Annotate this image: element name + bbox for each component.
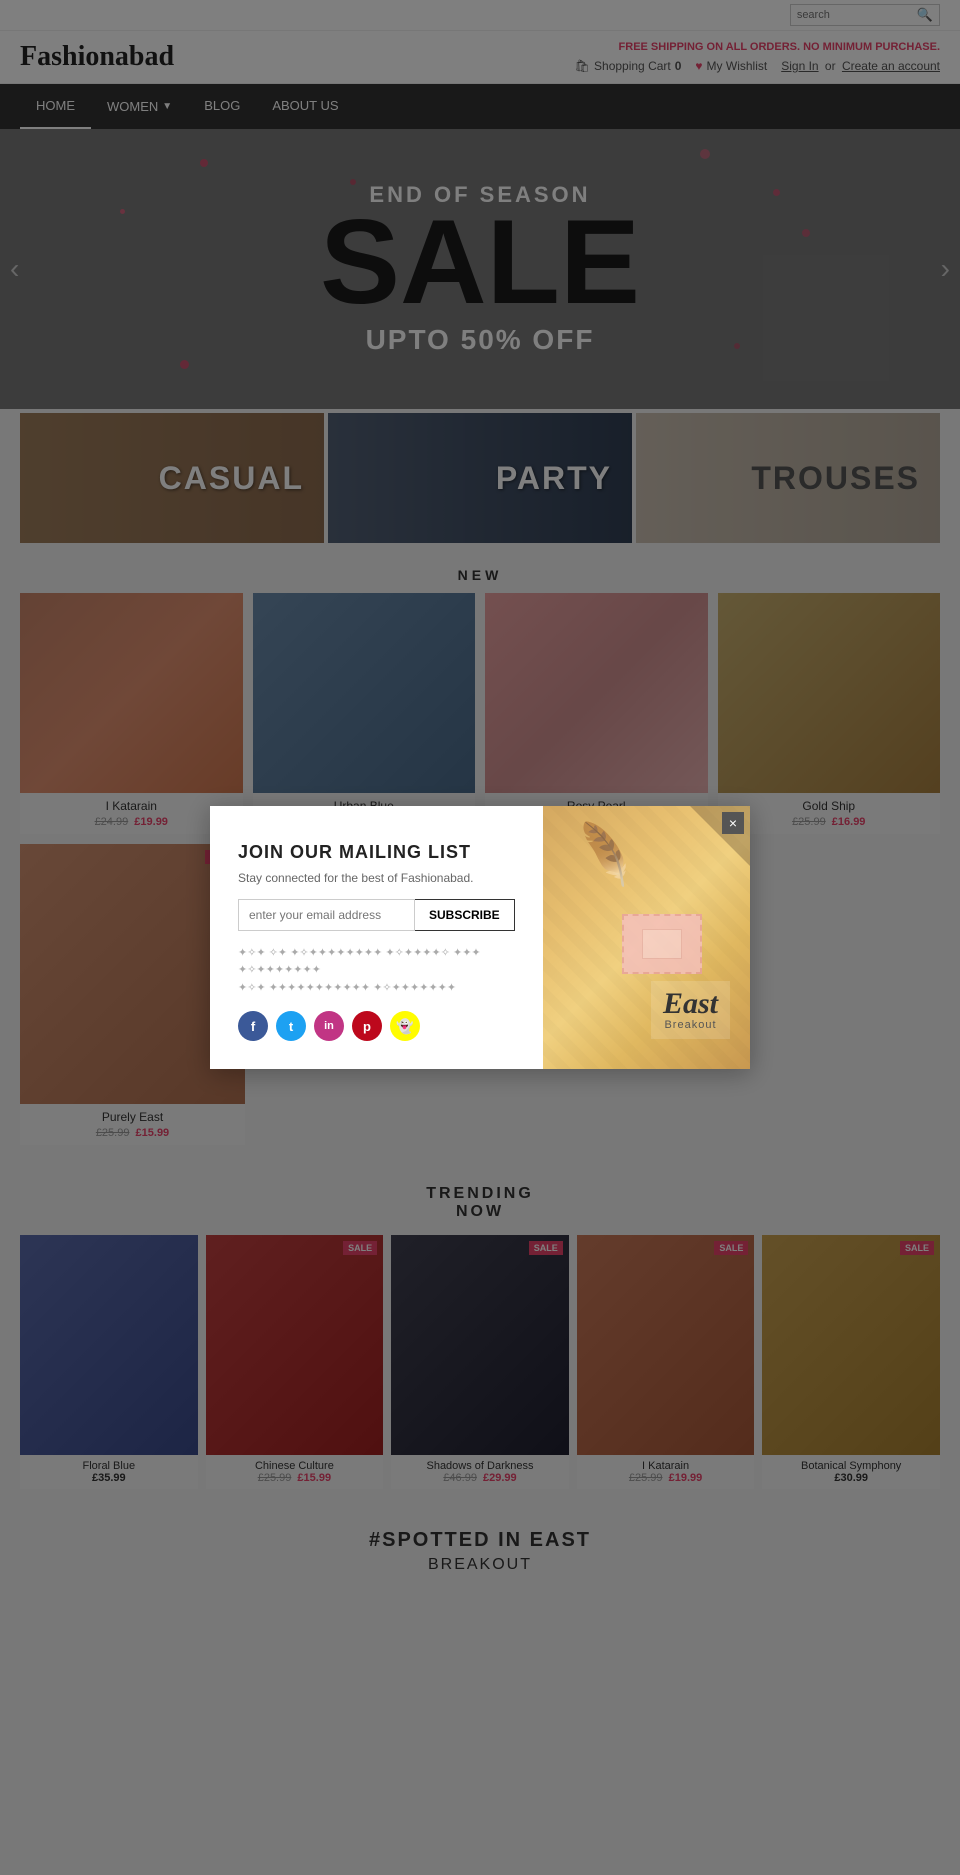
modal-close-button[interactable]: × [722, 812, 744, 834]
social-facebook-link[interactable]: f [238, 1011, 268, 1041]
modal-box: JOIN OUR MAILING LIST Stay connected for… [210, 806, 750, 1070]
modal-right: 🪶 East Breakout [543, 806, 750, 1070]
modal-email-input[interactable] [238, 899, 415, 931]
modal-placeholder-text: ✦✧✦ ✧✦ ✦✧✦✦✦✦✦✦✦✦ ✦✧✦✦✦✦✧ ✦✦✦ ✦✧✦✦✦✦✦✦✦ … [238, 945, 515, 998]
modal-subscribe-button[interactable]: SUBSCRIBE [415, 899, 515, 931]
modal-subtitle: Stay connected for the best of Fashionab… [238, 871, 515, 885]
breakout-text: Breakout [663, 1019, 718, 1031]
social-twitter-link[interactable]: t [276, 1011, 306, 1041]
social-instagram-link[interactable]: in [314, 1011, 344, 1041]
modal-overlay: JOIN OUR MAILING LIST Stay connected for… [0, 0, 960, 1875]
social-pinterest-link[interactable]: p [352, 1011, 382, 1041]
modal-social-icons: f t in p 👻 [238, 1011, 515, 1041]
east-text: East [663, 989, 718, 1019]
modal-title: JOIN OUR MAILING LIST [238, 842, 515, 863]
social-snapchat-link[interactable]: 👻 [390, 1011, 420, 1041]
modal-left: JOIN OUR MAILING LIST Stay connected for… [210, 806, 543, 1070]
east-breakout-label: East Breakout [651, 981, 730, 1039]
